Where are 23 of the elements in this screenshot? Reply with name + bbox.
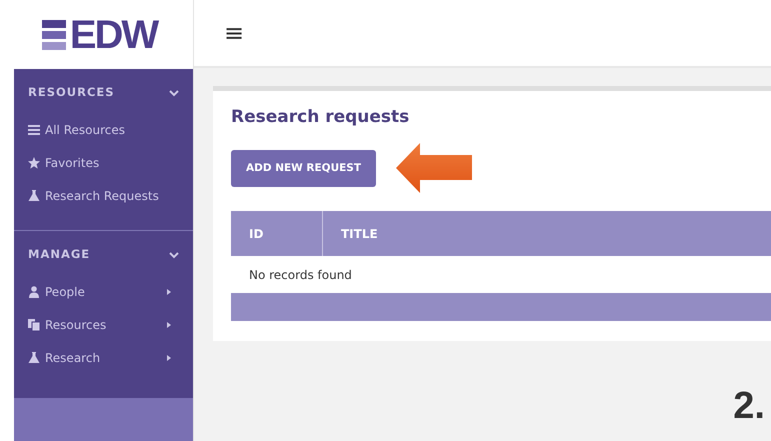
sidebar-item[interactable]: All Resources — [14, 113, 193, 146]
sidebar-item[interactable]: People — [14, 275, 193, 308]
star-icon — [28, 156, 40, 168]
logo-icon — [42, 20, 66, 50]
flask-icon — [28, 190, 40, 202]
add-request-button[interactable]: ADD NEW REQUEST — [231, 150, 376, 187]
sidebar-item[interactable]: Resources — [14, 308, 193, 341]
step-label: 2. — [733, 384, 765, 429]
empty-message: No records found — [248, 266, 353, 284]
documents-icon — [28, 318, 40, 330]
flask-icon — [28, 352, 40, 364]
column-header[interactable]: TITLE — [323, 211, 771, 256]
menu-button[interactable]: ≡ — [224, 21, 244, 45]
sidebar-item[interactable]: Research Requests — [14, 179, 193, 212]
sidebar-item[interactable]: Research — [14, 341, 193, 374]
section-header[interactable]: MANAGE — [14, 245, 193, 265]
person-icon — [28, 286, 40, 298]
list-icon — [28, 124, 40, 136]
sidebar-item[interactable]: Favorites — [14, 146, 193, 179]
section-header[interactable]: RESOURCES — [14, 83, 193, 103]
column-header[interactable]: ID — [231, 211, 323, 256]
panel-title: Research requests — [231, 107, 410, 128]
logo-text: EDW — [70, 14, 158, 54]
